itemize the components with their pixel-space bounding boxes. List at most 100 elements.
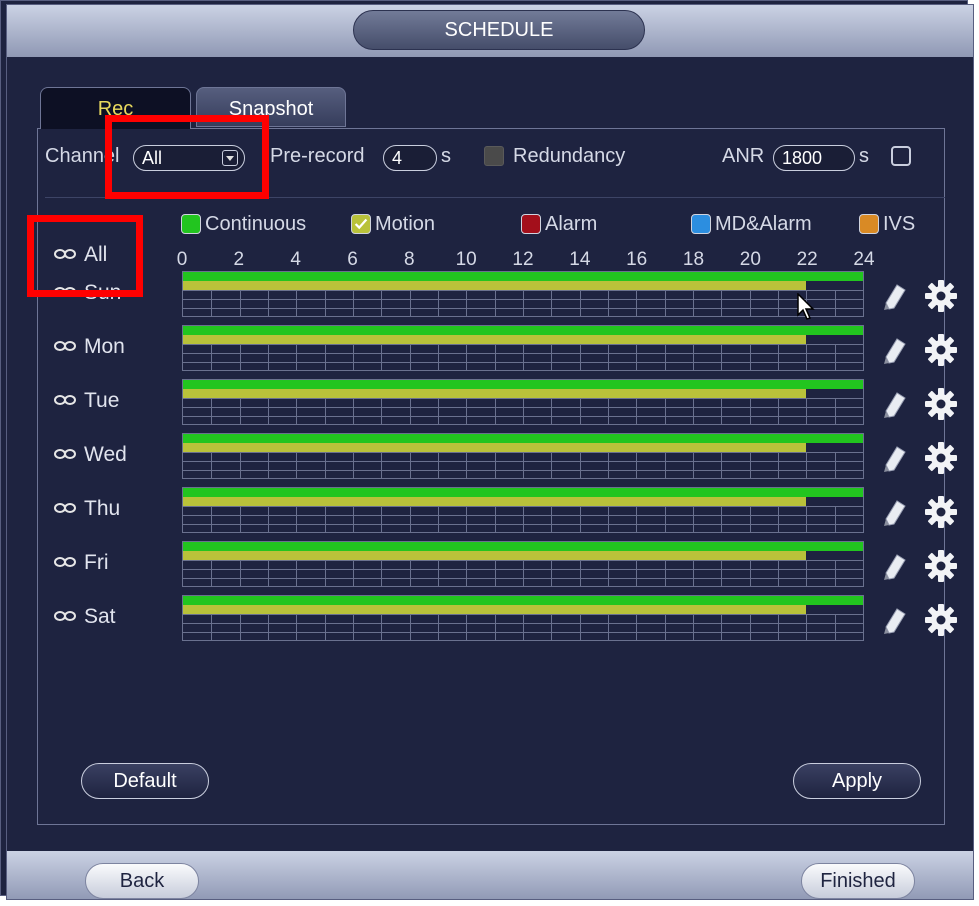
grid-line [494, 560, 496, 586]
grid-line [636, 344, 638, 370]
grid-line [721, 344, 723, 370]
grid-line [466, 506, 468, 532]
grid-line [353, 344, 354, 370]
grid-line [324, 560, 326, 586]
bottom-bar: Back Finished [7, 851, 973, 899]
pencil-icon[interactable] [883, 605, 909, 635]
schedule-grid-tue[interactable] [182, 379, 864, 425]
schedule-grid-thu[interactable] [182, 487, 864, 533]
grid-line [636, 452, 638, 478]
grid-line [239, 344, 241, 370]
day-label-thu: Thu [84, 497, 121, 520]
link-icon[interactable] [54, 340, 76, 352]
grid-line [693, 344, 694, 370]
legend-label: Continuous [205, 213, 307, 235]
hour-tick-label: 4 [290, 249, 301, 270]
grid-line [211, 560, 213, 586]
schedule-grid-sat[interactable] [182, 595, 864, 641]
grid-line [239, 290, 241, 316]
schedule-grid-mon[interactable] [182, 325, 864, 371]
link-icon[interactable] [54, 556, 76, 568]
anr-input[interactable]: 1800 [773, 145, 855, 171]
gear-icon[interactable] [924, 333, 958, 367]
grid-line [664, 560, 666, 586]
hour-tick-label: 14 [569, 249, 591, 270]
schedule-grid-wed[interactable] [182, 433, 864, 479]
grid-line [778, 398, 779, 424]
gear-icon[interactable] [924, 495, 958, 529]
grid-line [608, 506, 609, 532]
continuous-bar [183, 380, 863, 389]
back-button[interactable]: Back [85, 863, 199, 899]
grid-line [296, 614, 298, 640]
grid-line [494, 506, 496, 532]
grid-line [579, 290, 581, 316]
pencil-icon[interactable] [883, 551, 909, 581]
link-icon[interactable] [54, 502, 76, 514]
legend-label: MD&Alarm [715, 213, 812, 235]
default-button[interactable]: Default [81, 763, 209, 799]
grid-line [296, 398, 298, 424]
prerecord-input[interactable]: 4 [383, 145, 437, 171]
grid-line [296, 506, 298, 532]
grid-line [211, 452, 213, 478]
grid-line [551, 452, 553, 478]
finished-button[interactable]: Finished [801, 863, 915, 899]
grid-line [778, 290, 779, 316]
grid-line [381, 614, 383, 640]
grid-line [721, 290, 723, 316]
gear-icon[interactable] [924, 549, 958, 583]
link-icon[interactable] [54, 610, 76, 622]
gear-icon[interactable] [924, 603, 958, 637]
grid-line [353, 506, 354, 532]
pencil-icon[interactable] [883, 389, 909, 419]
grid-line [778, 560, 779, 586]
grid-line [466, 452, 468, 478]
pencil-icon[interactable] [883, 443, 909, 473]
gear-icon[interactable] [924, 279, 958, 313]
grid-line [268, 398, 269, 424]
grid-line [778, 506, 779, 532]
link-icon[interactable] [54, 394, 76, 406]
grid-line [353, 614, 354, 640]
legend-swatch-alarm[interactable] [521, 214, 541, 234]
legend-swatch-continuous[interactable] [181, 214, 201, 234]
day-label-mon: Mon [84, 335, 125, 358]
gear-icon[interactable] [924, 441, 958, 475]
grid-line [693, 614, 694, 640]
anr-checkbox[interactable] [891, 146, 911, 166]
grid-line [551, 560, 553, 586]
grid-line [466, 398, 468, 424]
motion-bar [183, 335, 807, 344]
day-label-wed: Wed [84, 443, 127, 466]
grid-line [324, 506, 326, 532]
prerecord-unit: s [441, 145, 451, 167]
day-label-sat: Sat [84, 605, 116, 628]
motion-bar [183, 389, 807, 398]
grid-line [268, 506, 269, 532]
legend-swatch-mdalarm[interactable] [691, 214, 711, 234]
gear-icon[interactable] [924, 387, 958, 421]
schedule-grid-sun[interactable] [182, 271, 864, 317]
grid-line [579, 398, 581, 424]
highlight-all [27, 215, 143, 297]
apply-button[interactable]: Apply [793, 763, 921, 799]
pencil-icon[interactable] [883, 281, 909, 311]
grid-line [523, 506, 524, 532]
schedule-grid-fri[interactable] [182, 541, 864, 587]
grid-line [551, 614, 553, 640]
continuous-bar [183, 596, 863, 605]
grid-line [693, 506, 694, 532]
legend-swatch-motion[interactable] [351, 214, 371, 234]
grid-line [239, 398, 241, 424]
grid-line [636, 290, 638, 316]
link-icon[interactable] [54, 448, 76, 460]
grid-line [494, 398, 496, 424]
motion-bar [183, 443, 807, 452]
pencil-icon[interactable] [883, 335, 909, 365]
grid-line [523, 344, 524, 370]
redundancy-checkbox[interactable] [484, 146, 504, 166]
grid-line [806, 560, 808, 586]
pencil-icon[interactable] [883, 497, 909, 527]
legend-swatch-ivs[interactable] [859, 214, 879, 234]
